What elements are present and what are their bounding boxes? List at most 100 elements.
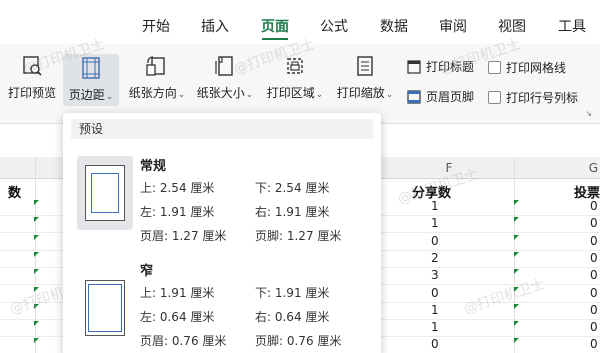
tab-view[interactable]: 视图 xyxy=(498,16,526,36)
table-cell-votes[interactable]: 0 xyxy=(590,303,598,317)
cell-flag-icon xyxy=(34,269,39,274)
tab-review[interactable]: 审阅 xyxy=(439,16,467,36)
print-area-icon xyxy=(287,58,303,74)
print-gridlines-checkbox[interactable]: 打印网格线 xyxy=(488,59,566,76)
cell-flag-icon xyxy=(34,217,39,222)
cell-flag-icon xyxy=(514,304,519,309)
table-cell-votes[interactable]: 0 xyxy=(590,268,598,282)
table-cell-votes[interactable]: 0 xyxy=(590,286,598,300)
print-area-button[interactable]: 打印区域⌄ xyxy=(264,44,326,110)
margins-label: 页边距⌄ xyxy=(68,88,114,102)
chevron-down-icon: ⌄ xyxy=(177,90,186,100)
table-cell-shares[interactable]: 0 xyxy=(431,337,439,351)
margin-left-value: 左: 1.91 厘米 xyxy=(140,205,215,219)
column-header-g[interactable]: G xyxy=(515,157,600,179)
chevron-down-icon: ⌄ xyxy=(385,90,394,100)
checkbox-box[interactable] xyxy=(488,61,501,74)
margin-top-value: 上: 1.91 厘米 xyxy=(140,286,215,300)
margin-top-value: 上: 2.54 厘米 xyxy=(140,181,215,195)
print-headings-label: 打印行号列标 xyxy=(506,91,579,105)
margins-dropdown-panel: 预设 常规 上: 2.54 厘米 下: 2.54 厘米 左: 1.91 厘米 右… xyxy=(63,113,381,353)
column-header-f[interactable]: F xyxy=(384,157,514,179)
preset-normal-thumbnail[interactable] xyxy=(77,156,133,230)
margin-right-value: 右: 0.64 厘米 xyxy=(255,310,330,324)
cell-flag-icon xyxy=(514,200,519,205)
menu-tab-bar: 开始 插入 页面 公式 数据 审阅 视图 工具 xyxy=(0,0,600,44)
cell-flag-icon xyxy=(34,304,39,309)
table-cell-votes[interactable]: 0 xyxy=(590,216,598,230)
print-area-label: 打印区域⌄ xyxy=(266,86,324,100)
margin-header-value: 页眉: 1.27 厘米 xyxy=(140,229,227,243)
table-cell-shares[interactable]: 1 xyxy=(431,216,439,230)
table-cell-votes[interactable]: 0 xyxy=(590,251,598,265)
table-cell-votes[interactable]: 0 xyxy=(590,320,598,334)
cell-flag-icon xyxy=(514,235,519,240)
print-scale-label: 打印缩放⌄ xyxy=(336,86,394,100)
header-footer-icon xyxy=(407,89,421,104)
paper-size-label: 纸张大小⌄ xyxy=(196,86,254,100)
cell-flag-icon xyxy=(514,321,519,326)
margin-bottom-value: 下: 2.54 厘米 xyxy=(255,181,330,195)
print-titles-button[interactable]: 打印标题 xyxy=(406,58,474,75)
preset-narrow-title: 窄 xyxy=(140,264,154,279)
cell-header-left[interactable]: 数 xyxy=(8,182,21,201)
print-preview-label: 打印预览 xyxy=(7,86,56,100)
tab-tools[interactable]: 工具 xyxy=(558,16,586,36)
cell-flag-icon xyxy=(514,338,519,343)
header-footer-label: 页眉页脚 xyxy=(426,90,475,104)
cell-flag-icon xyxy=(514,287,519,292)
cell-flag-icon xyxy=(34,287,39,292)
chevron-down-icon: ⌄ xyxy=(105,92,114,102)
ribbon-expand-icon[interactable]: ↘ xyxy=(585,109,592,118)
margin-right-value: 右: 1.91 厘米 xyxy=(255,205,330,219)
active-tab-indicator xyxy=(262,38,288,40)
margin-bottom-value: 下: 1.91 厘米 xyxy=(255,286,330,300)
tab-page[interactable]: 页面 xyxy=(261,16,289,36)
table-cell-votes[interactable]: 0 xyxy=(590,337,598,351)
margin-header-value: 页眉: 0.76 厘米 xyxy=(140,334,227,348)
chevron-down-icon: ⌄ xyxy=(245,90,254,100)
table-cell-shares[interactable]: 1 xyxy=(431,320,439,334)
print-preview-button[interactable]: 打印预览 xyxy=(4,44,60,110)
ribbon-toolbar: 打印预览 页边距⌄ 纸张方向⌄ 纸张大小⌄ 打印区域⌄ 打印缩放⌄ 打印标题 页… xyxy=(0,44,600,124)
table-cell-shares[interactable]: 1 xyxy=(431,303,439,317)
margins-icon xyxy=(82,57,100,79)
table-cell-votes[interactable]: 0 xyxy=(590,234,598,248)
orientation-button[interactable]: 纸张方向⌄ xyxy=(128,44,186,110)
preset-normal-title: 常规 xyxy=(140,159,167,174)
margin-footer-value: 页脚: 0.76 厘米 xyxy=(255,334,342,348)
tab-insert[interactable]: 插入 xyxy=(201,16,229,36)
tab-data[interactable]: 数据 xyxy=(380,16,408,36)
cell-flag-icon xyxy=(34,321,39,326)
table-cell-shares[interactable]: 1 xyxy=(431,199,439,213)
header-footer-button[interactable]: 页眉页脚 xyxy=(406,88,474,105)
print-titles-label: 打印标题 xyxy=(426,60,475,74)
orientation-icon xyxy=(146,56,165,76)
table-cell-shares[interactable]: 2 xyxy=(431,251,439,265)
cell-flag-icon xyxy=(34,338,39,343)
orientation-label: 纸张方向⌄ xyxy=(128,86,186,100)
print-titles-icon xyxy=(407,59,421,74)
table-cell-shares[interactable]: 3 xyxy=(431,268,439,282)
cell-flag-icon xyxy=(514,252,519,257)
table-cell-shares[interactable]: 0 xyxy=(431,286,439,300)
margin-left-value: 左: 0.64 厘米 xyxy=(140,310,215,324)
preset-section-heading: 预设 xyxy=(71,119,373,139)
chevron-down-icon: ⌄ xyxy=(315,90,324,100)
preset-narrow-thumbnail[interactable] xyxy=(77,271,133,345)
checkbox-box[interactable] xyxy=(488,91,501,104)
table-cell-votes[interactable]: 0 xyxy=(590,199,598,213)
tab-formula[interactable]: 公式 xyxy=(320,16,348,36)
page-margin-icon xyxy=(85,280,125,336)
paper-size-button[interactable]: 纸张大小⌄ xyxy=(195,44,255,110)
print-gridlines-label: 打印网格线 xyxy=(506,61,567,75)
tab-home[interactable]: 开始 xyxy=(142,16,170,36)
print-preview-icon xyxy=(23,56,42,76)
page-margin-icon xyxy=(85,165,125,221)
print-scale-button[interactable]: 打印缩放⌄ xyxy=(334,44,396,110)
cell-flag-icon xyxy=(34,200,39,205)
print-headings-checkbox[interactable]: 打印行号列标 xyxy=(488,89,578,106)
table-cell-shares[interactable]: 0 xyxy=(431,234,439,248)
margins-button[interactable]: 页边距⌄ xyxy=(63,54,119,106)
cell-flag-icon xyxy=(514,217,519,222)
